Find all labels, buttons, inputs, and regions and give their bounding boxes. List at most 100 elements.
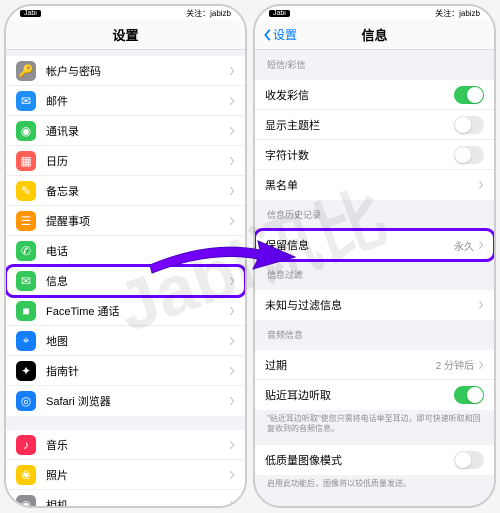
chevron-right-icon bbox=[229, 96, 235, 106]
settings-row[interactable]: ✆ 电话 bbox=[6, 236, 245, 266]
chevron-right-icon bbox=[229, 470, 235, 480]
settings-row[interactable]: 过期2 分钟后 bbox=[255, 350, 494, 380]
back-button[interactable]: 设置 bbox=[263, 26, 297, 43]
settings-row[interactable]: 收发彩信 bbox=[255, 80, 494, 110]
chevron-right-icon bbox=[229, 276, 235, 286]
page-title: 信息 bbox=[361, 25, 387, 44]
row-label: 电话 bbox=[46, 243, 229, 259]
settings-row[interactable]: 低质量图像模式 bbox=[255, 445, 494, 475]
section-header: 短信/彩信 bbox=[255, 50, 494, 74]
chevron-right-icon bbox=[229, 336, 235, 346]
settings-row[interactable]: ◉ 通讯录 bbox=[6, 116, 245, 146]
app-icon: ❀ bbox=[16, 465, 36, 485]
row-value: 2 分钟后 bbox=[436, 357, 474, 372]
chevron-right-icon bbox=[229, 66, 235, 76]
row-label: 显示主题栏 bbox=[265, 117, 454, 133]
app-icon: ✉︎ bbox=[16, 91, 36, 111]
app-icon: ◉ bbox=[16, 121, 36, 141]
section-header: 信息过滤 bbox=[255, 260, 494, 284]
row-label: 帐户与密码 bbox=[46, 63, 229, 79]
row-label: 照片 bbox=[46, 467, 229, 483]
toggle-switch[interactable] bbox=[454, 146, 484, 164]
settings-row[interactable]: ❀ 照片 bbox=[6, 460, 245, 490]
row-label: 保留信息 bbox=[265, 237, 454, 253]
settings-row[interactable]: 贴近耳边听取 bbox=[255, 380, 494, 410]
toggle-switch[interactable] bbox=[454, 386, 484, 404]
settings-row[interactable]: ♪音乐 bbox=[6, 430, 245, 460]
toggle-switch[interactable] bbox=[454, 116, 484, 134]
settings-list[interactable]: 🔑 帐户与密码 ✉︎ 邮件 ◉ 通讯录 ▦日历✎备忘录☰提醒事项 ✆ 电话 ✉︎ 信息 ■ FaceTi… bbox=[6, 50, 245, 506]
app-icon: ✉︎ bbox=[16, 271, 36, 291]
app-icon: 🔑 bbox=[16, 61, 36, 81]
settings-row[interactable]: ◎Safari 浏览器 bbox=[6, 386, 245, 416]
chevron-right-icon bbox=[478, 360, 484, 370]
row-label: 收发彩信 bbox=[265, 87, 454, 103]
app-icon: ◉ bbox=[16, 495, 36, 507]
settings-row[interactable]: ✉︎ 邮件 bbox=[6, 86, 245, 116]
chevron-right-icon bbox=[229, 216, 235, 226]
status-left: Jabi bbox=[20, 10, 41, 17]
chevron-right-icon bbox=[229, 156, 235, 166]
app-icon: ▦ bbox=[16, 151, 36, 171]
settings-row[interactable]: 显示主题栏 bbox=[255, 110, 494, 140]
status-bar: Jabi 关注：jabizb bbox=[255, 6, 494, 20]
navbar-messages: 设置 信息 bbox=[255, 20, 494, 50]
settings-row[interactable]: 保留信息永久 bbox=[255, 230, 494, 260]
back-label: 设置 bbox=[273, 26, 297, 43]
app-icon: ✎ bbox=[16, 181, 36, 201]
settings-row[interactable]: 黑名单 bbox=[255, 170, 494, 200]
messages-settings-list[interactable]: 短信/彩信收发彩信显示主题栏字符计数黑名单信息历史记录保留信息永久信息过滤未知与… bbox=[255, 50, 494, 506]
section-header: 音频信息 bbox=[255, 320, 494, 344]
phones-container: Jabi 关注：jabizb 设置 🔑 帐户与密码 ✉︎ 邮件 ◉ 通讯录 ▦日历✎备忘录☰… bbox=[0, 0, 500, 512]
navbar-settings: 设置 bbox=[6, 20, 245, 50]
chevron-right-icon bbox=[229, 306, 235, 316]
app-icon: ⌖ bbox=[16, 331, 36, 351]
settings-row[interactable]: 字符计数 bbox=[255, 140, 494, 170]
app-icon: ■ bbox=[16, 301, 36, 321]
chevron-right-icon bbox=[478, 180, 484, 190]
row-label: 字符计数 bbox=[265, 147, 454, 163]
row-label: 未知与过滤信息 bbox=[265, 297, 478, 313]
chevron-right-icon bbox=[229, 396, 235, 406]
settings-row[interactable]: 未知与过滤信息 bbox=[255, 290, 494, 320]
row-label: 地图 bbox=[46, 333, 229, 349]
settings-row[interactable]: 🔑 帐户与密码 bbox=[6, 56, 245, 86]
row-label: 提醒事项 bbox=[46, 213, 229, 229]
toggle-switch[interactable] bbox=[454, 86, 484, 104]
row-label: 相机 bbox=[46, 497, 229, 507]
row-label: 低质量图像模式 bbox=[265, 452, 454, 468]
app-icon: ♪ bbox=[16, 435, 36, 455]
settings-row[interactable]: ✦指南针 bbox=[6, 356, 245, 386]
chevron-right-icon bbox=[229, 500, 235, 507]
status-bar: Jabi 关注：jabizb bbox=[6, 6, 245, 20]
row-label: FaceTime 通话 bbox=[46, 303, 229, 319]
app-icon: ✆ bbox=[16, 241, 36, 261]
toggle-switch[interactable] bbox=[454, 451, 484, 469]
settings-row[interactable]: ☰提醒事项 bbox=[6, 206, 245, 236]
chevron-right-icon bbox=[229, 246, 235, 256]
phone-settings: Jabi 关注：jabizb 设置 🔑 帐户与密码 ✉︎ 邮件 ◉ 通讯录 ▦日历✎备忘录☰… bbox=[4, 4, 247, 508]
settings-row[interactable]: ⌖ 地图 bbox=[6, 326, 245, 356]
section-footer: "贴近耳边听取"使您只需将电话举至耳边，即可快速听取和回复收到的音频信息。 bbox=[255, 410, 494, 439]
chevron-left-icon bbox=[263, 28, 273, 42]
chevron-right-icon bbox=[229, 126, 235, 136]
page-title: 设置 bbox=[112, 25, 138, 44]
section-header: 信息历史记录 bbox=[255, 200, 494, 224]
section-footer: 启用此功能后，图像将以较低质量发送。 bbox=[255, 475, 494, 493]
row-label: 过期 bbox=[265, 357, 436, 373]
settings-row[interactable]: ✉︎ 信息 bbox=[6, 266, 245, 296]
status-right: 关注：jabizb bbox=[186, 8, 231, 19]
row-label: 贴近耳边听取 bbox=[265, 387, 454, 403]
row-label: 通讯录 bbox=[46, 123, 229, 139]
status-left: Jabi bbox=[269, 10, 290, 17]
row-label: 信息 bbox=[46, 273, 229, 289]
settings-row[interactable]: ✎备忘录 bbox=[6, 176, 245, 206]
row-label: 邮件 bbox=[46, 93, 229, 109]
phone-messages: Jabi 关注：jabizb 设置 信息 短信/彩信收发彩信显示主题栏字符计数黑… bbox=[253, 4, 496, 508]
settings-row[interactable]: ▦日历 bbox=[6, 146, 245, 176]
status-right: 关注：jabizb bbox=[435, 8, 480, 19]
chevron-right-icon bbox=[229, 366, 235, 376]
settings-row[interactable]: ◉ 相机 bbox=[6, 490, 245, 506]
row-label: 黑名单 bbox=[265, 177, 478, 193]
settings-row[interactable]: ■ FaceTime 通话 bbox=[6, 296, 245, 326]
